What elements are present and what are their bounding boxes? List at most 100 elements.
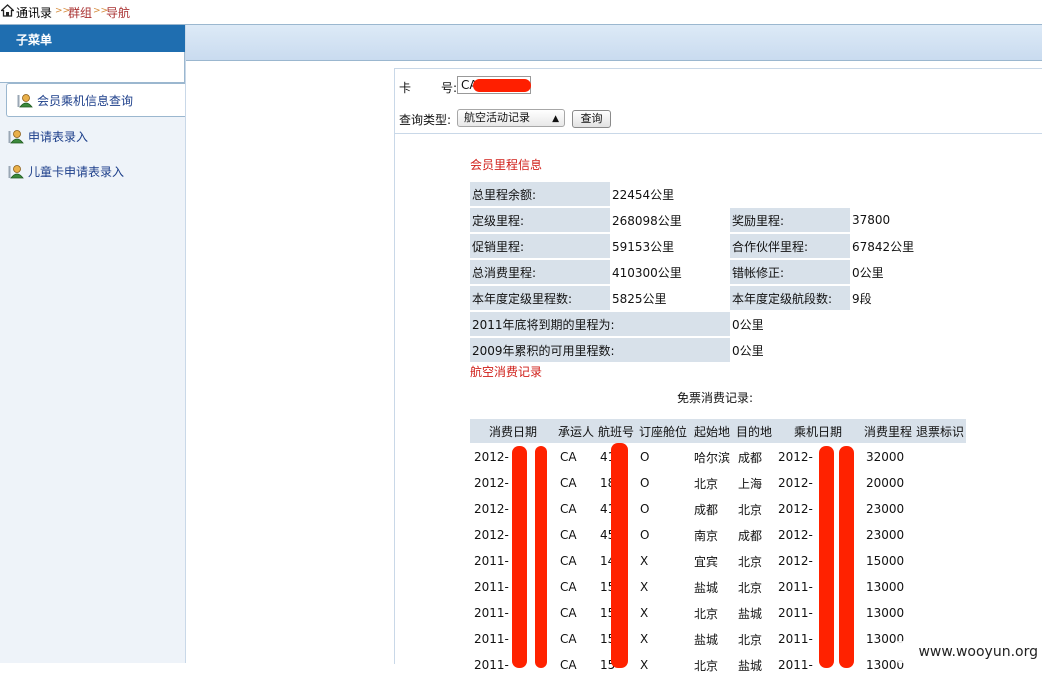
table-cell: CA [556,445,596,469]
table-row: 总消费里程: 410300公里 错帐修正: 0公里 [470,260,968,284]
table-cell: 成都 [734,445,775,469]
table-cell: 宜宾 [690,549,735,573]
column-header: 退票标识 [914,419,967,443]
consumption-section-title: 航空消费记录 [470,365,543,379]
mileage-key: 总里程余额: [470,182,610,206]
sidebar: 子菜单 会员乘机信息查询 申请表录入 儿童卡申请表录入 [0,25,186,663]
mileage-key: 错帐修正: [730,260,850,284]
breadcrumb-item-contacts[interactable]: 通讯录 [16,4,52,21]
table-cell: 成都 [734,523,775,547]
table-cell [914,601,967,625]
mileage-table: 总里程余额: 22454公里 定级里程: 268098公里 奖励里程: 3780… [470,180,968,364]
table-cell: 13000 [862,575,915,599]
table-row: 本年度定级里程数: 5825公里 本年度定级航段数: 9段 [470,286,968,310]
divider [395,133,1042,134]
table-row: 促销里程: 59153公里 合作伙伴里程: 67842公里 [470,234,968,258]
mileage-key: 本年度定级航段数: [730,286,850,310]
column-header: 目的地 [734,419,775,443]
main-content: 卡 号: CA 查询类型: 航空活动记录 ▲ 查询 会员里程信息 总里程余额: … [394,68,1042,677]
mileage-value: 37800 [850,208,968,232]
user-icon [8,130,24,144]
home-icon[interactable] [1,4,14,17]
table-cell: X [636,653,690,677]
mileage-section-title: 会员里程信息 [470,158,543,172]
mileage-value: 410300公里 [610,260,730,284]
mileage-key: 本年度定级里程数: [470,286,610,310]
redaction-mark [535,446,547,668]
mileage-key: 合作伙伴里程: [730,234,850,258]
table-cell: CA [556,601,596,625]
sidebar-spacer [0,52,185,83]
table-cell: X [636,575,690,599]
sidebar-item-label: 儿童卡申请表录入 [28,165,125,179]
column-header: 消费日期 [470,419,556,443]
breadcrumb-item-group[interactable]: 群组 [68,4,92,21]
select-arrows-icon: ▲ [552,114,559,124]
mileage-value: 0公里 [850,260,968,284]
column-header: 消费里程 [862,419,915,443]
table-cell: X [636,549,690,573]
mileage-value: 268098公里 [610,208,730,232]
sidebar-item-member-flight-query[interactable]: 会员乘机信息查询 [6,83,185,117]
table-cell: 北京 [690,601,735,625]
table-cell: O [636,497,690,521]
table-cell: CA [556,653,596,677]
query-button[interactable]: 查询 [572,110,611,128]
column-header: 乘机日期 [774,419,863,443]
free-ticket-title: 免票消费记录: [677,391,754,405]
redaction-mark [611,443,628,668]
table-cell: X [636,627,690,651]
table-cell: 北京 [734,575,775,599]
mileage-key: 奖励里程: [730,208,850,232]
mileage-key: 2009年累积的可用里程数: [470,338,730,362]
table-cell: 盐城 [734,653,775,677]
table-cell [914,471,967,495]
table-cell: 上海 [734,471,775,495]
table-cell: 北京 [734,627,775,651]
mileage-value [850,182,968,206]
table-cell: 15000 [862,549,915,573]
sidebar-item-label: 会员乘机信息查询 [37,94,134,108]
table-cell [914,549,967,573]
table-cell: 北京 [734,497,775,521]
table-cell: CA [556,549,596,573]
table-cell: 盐城 [734,601,775,625]
mileage-key [730,182,850,206]
table-cell: X [636,601,690,625]
sidebar-item-child-card-entry[interactable]: 儿童卡申请表录入 [6,155,184,187]
watermark: www.wooyun.org [898,641,1040,663]
mileage-value: 5825公里 [610,286,730,310]
table-cell: 32000 [862,445,915,469]
breadcrumb-item-nav[interactable]: 导航 [106,4,130,21]
table-row: 2009年累积的可用里程数: 0公里 [470,338,968,362]
table-cell: 13000 [862,601,915,625]
mileage-value: 0公里 [730,312,968,336]
table-cell: 23000 [862,523,915,547]
table-cell: CA [556,575,596,599]
sidebar-item-label: 申请表录入 [28,130,89,144]
table-cell: 北京 [690,471,735,495]
card-label-char: 卡 [399,81,412,95]
table-row: 定级里程: 268098公里 奖励里程: 37800 [470,208,968,232]
query-type-select[interactable]: 航空活动记录 ▲ [457,109,565,127]
table-cell: 哈尔滨 [690,445,735,469]
mileage-value: 59153公里 [610,234,730,258]
table-cell [914,497,967,521]
table-cell: CA [556,497,596,521]
table-cell [914,523,967,547]
redaction-mark [819,446,834,668]
table-cell: CA [556,471,596,495]
table-cell: CA [556,523,596,547]
sidebar-title-text: 子菜单 [16,33,53,47]
mileage-key: 定级里程: [470,208,610,232]
table-cell: 北京 [734,549,775,573]
column-header: 起始地 [690,419,735,443]
redaction-mark [839,446,854,668]
column-header: 订座舱位 [636,419,690,443]
mileage-key: 2011年底将到期的里程为: [470,312,730,336]
redaction-mark [512,446,527,668]
mileage-value: 9段 [850,286,968,310]
table-cell: 盐城 [690,575,735,599]
sidebar-item-application-entry[interactable]: 申请表录入 [6,120,184,152]
mileage-value: 22454公里 [610,182,730,206]
